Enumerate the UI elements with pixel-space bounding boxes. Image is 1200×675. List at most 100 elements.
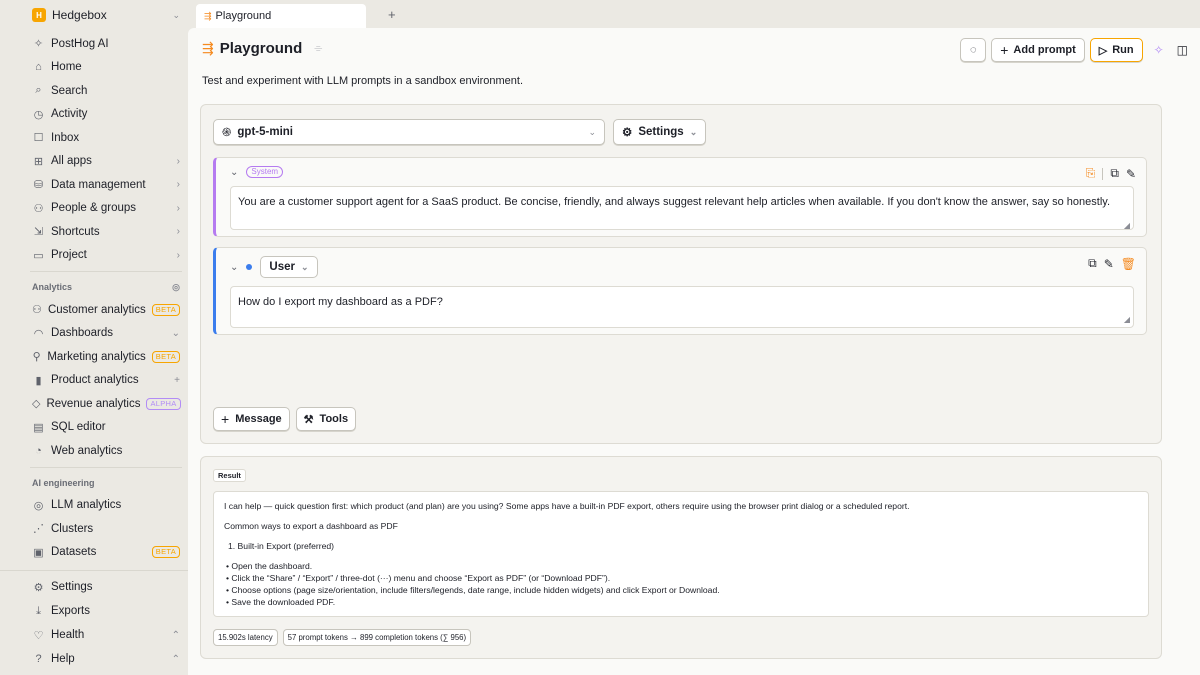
user-message-input[interactable]: How do I export my dashboard as a PDF? — [230, 286, 1134, 328]
sidebar-item-exports[interactable]: ⤓ Exports — [30, 599, 182, 623]
sidebar-item-sql-editor[interactable]: ▤ SQL editor — [30, 416, 182, 440]
help-icon: ? — [35, 653, 42, 665]
copy-icon[interactable]: ⧉ — [1088, 256, 1097, 271]
sidebar-item-label: Shortcuts — [51, 225, 100, 238]
sidebar-nav: ✧ PostHog AI ⌂ Home ⌕ Search ◷ Activity ☐ Inbox ⊞ A… — [30, 32, 182, 564]
run-button[interactable]: ▷ Run — [1089, 38, 1143, 62]
system-message-actions: ⎘ ⧉ ✎ — [1086, 166, 1136, 181]
chevron-icon: › — [176, 226, 180, 238]
section-analytics: Analytics ◎ — [30, 276, 182, 298]
sidebar-bottom: ⚙ Settings ⤓ Exports ♡ Health ⌃? Help ⌃ — [0, 570, 188, 675]
sidebar-item-data-management[interactable]: ⛁ Data management › — [30, 173, 182, 197]
chevron-icon: › — [176, 179, 180, 191]
tab-label: Playground — [215, 10, 272, 22]
sidebar-item-shortcuts[interactable]: ⇲ Shortcuts › — [30, 220, 182, 244]
rename-icon[interactable]: ⌯ — [314, 43, 322, 54]
sidebar-item-dashboards[interactable]: ◠ Dashboards ⌄ — [30, 322, 182, 346]
chevron-icon: › — [176, 155, 180, 167]
sidebar-item-label: Marketing analytics — [47, 350, 146, 363]
settings-icon: ⚙ — [33, 581, 44, 594]
section-analytics-label: Analytics — [32, 282, 73, 292]
play-icon: ▷ — [1098, 44, 1108, 57]
marketing-analytics-icon: ⚲ — [32, 351, 41, 364]
sparkle-icon[interactable]: ✧ — [1154, 43, 1164, 57]
section-ai: AI engineering — [30, 472, 182, 494]
sidebar-item-inbox[interactable]: ☐ Inbox — [30, 126, 182, 150]
activity-icon: ◷ — [33, 108, 44, 121]
sidebar-item-label: Data management — [51, 178, 146, 191]
sidebar-item-llm-analytics[interactable]: ◎ LLM analytics — [30, 494, 182, 518]
home-icon: ⌂ — [35, 61, 42, 74]
sidebar-item-posthog-ai[interactable]: ✧ PostHog AI — [30, 32, 182, 56]
edit-icon[interactable]: ✎ — [1104, 257, 1114, 271]
copy-icon[interactable]: ⧉ — [1110, 166, 1119, 181]
model-select[interactable]: ֍ gpt-5-mini ⌄ — [213, 119, 605, 145]
page-title: Playground — [219, 40, 303, 57]
chevron-down-icon[interactable]: ⌄ — [230, 167, 238, 178]
org-switcher[interactable]: H Hedgebox ⌄ — [30, 4, 182, 26]
sidebar-item-people-groups[interactable]: ⚇ People & groups › — [30, 197, 182, 221]
tools-button[interactable]: ⚒ Tools — [295, 407, 357, 431]
role-select-value: User — [269, 261, 295, 273]
result-output[interactable]: I can help — quick question first: which… — [213, 491, 1149, 617]
org-avatar: H — [32, 8, 46, 22]
settings-small-icon[interactable]: ◎ — [172, 282, 180, 293]
sidebar-item-product-analytics[interactable]: ▮ Product analytics + — [30, 369, 182, 393]
plus-icon: + — [221, 411, 230, 427]
posthog-ai-icon: ✧ — [33, 38, 44, 51]
tools-label: Tools — [319, 413, 349, 425]
sidebar-item-label: PostHog AI — [51, 37, 109, 50]
save-prompt-icon[interactable]: ⎘ — [1086, 166, 1096, 181]
trash-icon[interactable]: 🗑 — [1121, 257, 1136, 271]
role-select[interactable]: User ⌄ — [260, 256, 318, 278]
shortcuts-icon: ⇲ — [33, 226, 44, 239]
llm-analytics-icon: ◎ — [33, 499, 44, 512]
sidebar-item-health[interactable]: ♡ Health ⌃ — [30, 623, 182, 647]
system-message: ⌄ System ⎘ ⧉ ✎ You are a customer suppor… — [213, 157, 1147, 237]
sidebar-item-project[interactable]: ▭ Project › — [30, 244, 182, 268]
customer-analytics-icon: ⚇ — [32, 304, 42, 317]
people-groups-icon: ⚇ — [33, 202, 44, 215]
chevron-down-icon[interactable]: ⌄ — [230, 262, 238, 273]
add-prompt-button[interactable]: + Add prompt — [991, 38, 1085, 62]
new-tab-button[interactable]: + — [388, 7, 396, 22]
history-button[interactable]: ◌ — [960, 38, 987, 62]
sidebar-item-home[interactable]: ⌂ Home — [30, 56, 182, 80]
resize-handle-icon[interactable]: ◢ — [1124, 221, 1130, 230]
separator — [1102, 167, 1104, 180]
edit-icon[interactable]: ✎ — [1126, 167, 1136, 181]
result-step: 1. Built-in Export (preferred) — [228, 541, 335, 551]
sidebar-item-all-apps[interactable]: ⊞ All apps › — [30, 150, 182, 174]
side-panel-icon[interactable]: ◫ — [1177, 43, 1188, 57]
add-message-button[interactable]: + Message — [213, 407, 290, 431]
header-actions: ◌ + Add prompt ▷ Run ✧ ◫ — [960, 38, 1188, 62]
sidebar-item-customer-analytics[interactable]: ⚇ Customer analytics BETA — [30, 298, 182, 322]
sidebar-item-label: Datasets — [51, 546, 97, 559]
sidebar-item-search[interactable]: ⌕ Search — [30, 79, 182, 103]
sidebar-item-label: Inbox — [51, 131, 80, 144]
chevron-down-icon: ⌄ — [300, 261, 309, 272]
clusters-icon: ⋰ — [33, 523, 44, 536]
sidebar-item-label: Product analytics — [51, 374, 139, 387]
sidebar-item-activity[interactable]: ◷ Activity — [30, 103, 182, 127]
system-message-input[interactable]: You are a customer support agent for a S… — [230, 186, 1134, 230]
page-description: Test and experiment with LLM prompts in … — [202, 75, 523, 87]
sidebar-item-marketing-analytics[interactable]: ⚲ Marketing analytics BETA — [30, 345, 182, 369]
system-message-header: ⌄ System — [230, 166, 284, 178]
health-icon: ♡ — [33, 629, 44, 642]
sidebar-item-revenue-analytics[interactable]: ◇ Revenue analytics ALPHA — [30, 392, 182, 416]
list-item: Open the dashboard. — [226, 560, 1138, 572]
sidebar-item-web-analytics[interactable]: ◔ Web analytics — [30, 439, 182, 463]
sidebar-item-settings[interactable]: ⚙ Settings — [30, 575, 182, 599]
sidebar-item-help[interactable]: ? Help ⌃ — [30, 647, 182, 671]
status-badge: BETA — [151, 303, 180, 316]
org-name: Hedgebox — [52, 8, 107, 22]
status-badge: BETA — [151, 350, 180, 363]
tab-playground[interactable]: ⇶ Playground — [196, 4, 366, 28]
sidebar-item-clusters[interactable]: ⋰ Clusters — [30, 517, 182, 541]
sidebar-item-datasets[interactable]: ▣ Datasets BETA — [30, 541, 182, 565]
resize-handle-icon[interactable]: ◢ — [1124, 315, 1130, 324]
chat-bubble-icon: ◌ — [969, 44, 977, 56]
sidebar-item-label: Dashboards — [51, 327, 114, 340]
settings-button[interactable]: ⚙ Settings ⌄ — [613, 119, 707, 145]
